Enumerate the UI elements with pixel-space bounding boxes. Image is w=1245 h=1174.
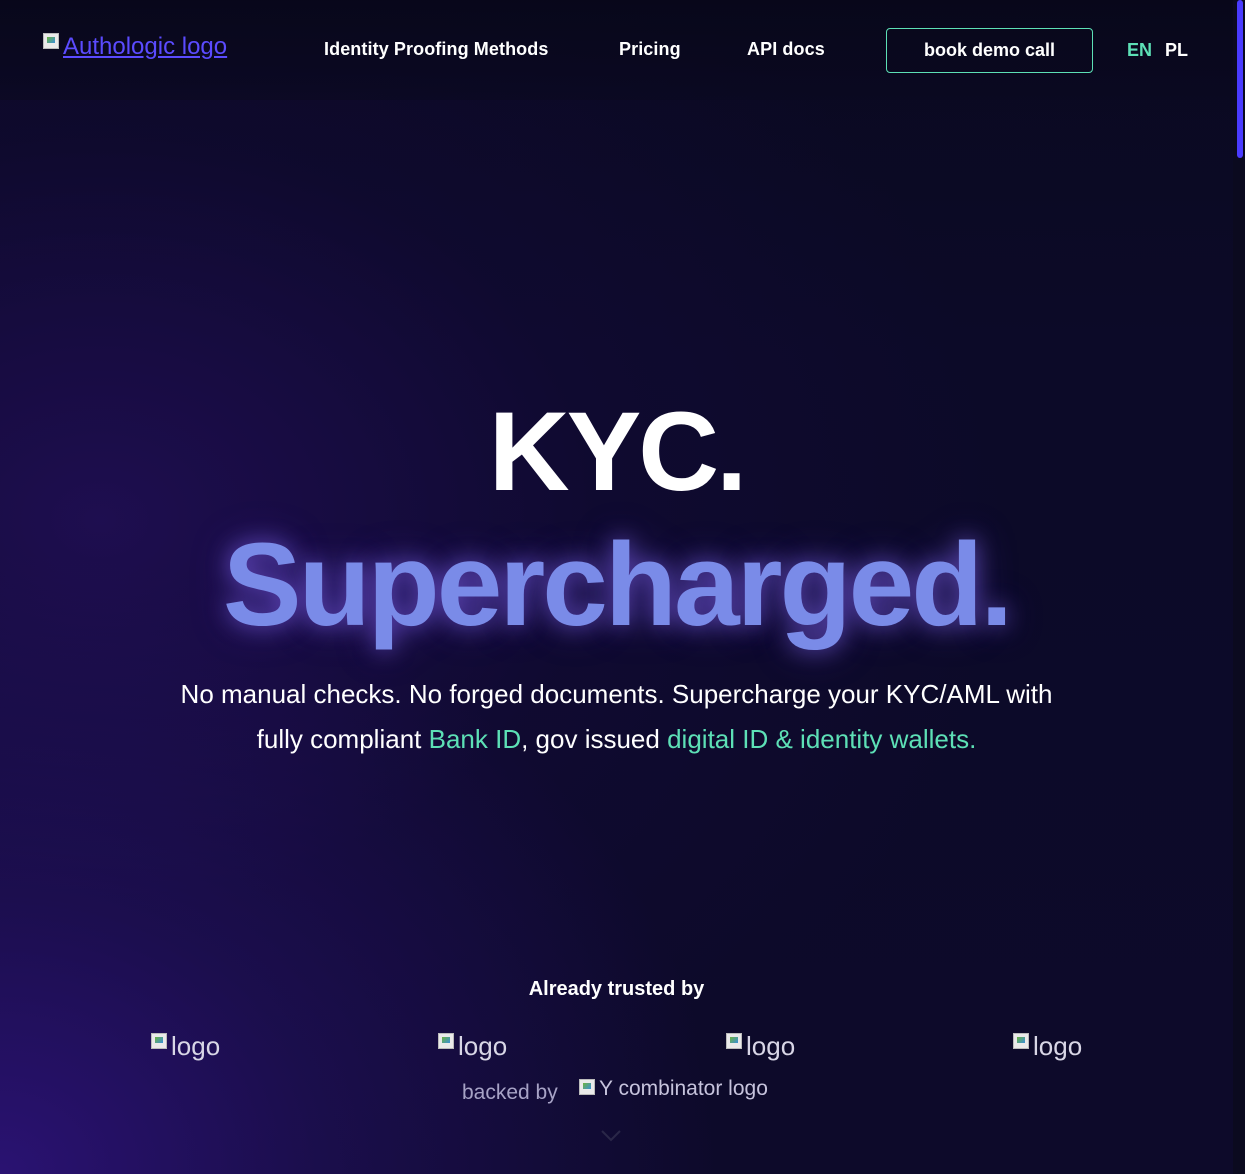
partner-logo: logo [726,1031,795,1062]
book-demo-call-button[interactable]: book demo call [886,28,1093,73]
partner-logo-alt: logo [746,1031,796,1061]
language-pl-link[interactable]: PL [1165,40,1188,61]
logo-alt-text: Authologic logo [63,33,228,60]
partner-logo-alt: logo [171,1031,221,1061]
partner-logo: logo [151,1031,220,1062]
chevron-down-icon[interactable] [600,1125,622,1147]
partner-logo-alt: logo [1033,1031,1083,1061]
backed-by-label: backed by [462,1081,558,1104]
trusted-by-heading: Already trusted by [528,978,705,1000]
nav-identity-proofing-methods[interactable]: Identity Proofing Methods [324,39,549,60]
language-en-link[interactable]: EN [1127,40,1152,61]
nav-pricing[interactable]: Pricing [619,39,681,60]
y-combinator-logo-alt: Y combinator logo [599,1077,768,1100]
broken-image-icon [438,1033,454,1049]
hero-subtitle-text-2: , gov issued [521,724,668,754]
nav-api-docs[interactable]: API docs [747,39,825,60]
hero-title-kyc: KYC. [488,389,748,514]
hero-subtitle: No manual checks. No forged documents. S… [170,672,1063,762]
digital-id-link[interactable]: digital ID & identity wallets. [667,724,976,754]
scrollbar[interactable] [1233,0,1245,1174]
partner-logo-alt: logo [458,1031,508,1061]
broken-image-icon [1013,1033,1029,1049]
y-combinator-logo: Y combinator logo [579,1077,768,1101]
site-header: Authologic logo Identity Proofing Method… [0,0,1233,100]
broken-image-icon [726,1033,742,1049]
broken-image-icon [151,1033,167,1049]
partner-logo: logo [438,1031,507,1062]
partner-logo: logo [1013,1031,1082,1062]
hero-title-supercharged: Supercharged. [222,519,1013,651]
broken-image-icon [43,33,59,49]
broken-image-icon [579,1079,595,1095]
bank-id-link[interactable]: Bank ID [429,724,522,754]
landing-page: Authologic logo Identity Proofing Method… [0,0,1245,1174]
scrollbar-thumb[interactable] [1237,0,1243,158]
authologic-logo-link[interactable]: Authologic logo [43,33,227,61]
